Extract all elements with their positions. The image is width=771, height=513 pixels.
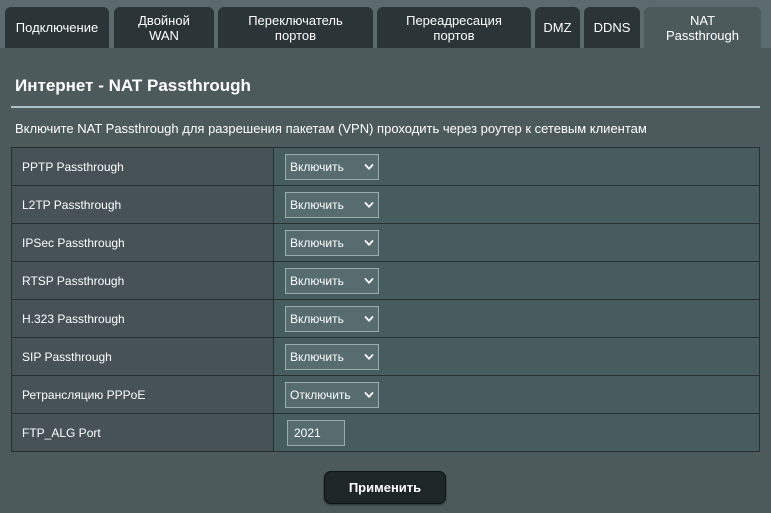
setting-select[interactable]: Включить	[285, 153, 379, 180]
setting-value-cell: Включить	[273, 147, 760, 186]
setting-label: H.323 Passthrough	[11, 299, 274, 338]
settings-row: IPSec Passthrough Включить	[11, 223, 760, 262]
apply-button[interactable]: Применить	[324, 471, 446, 504]
setting-value-cell: Включить	[273, 299, 760, 338]
ftp-alg-label: FTP_ALG Port	[11, 413, 274, 452]
select-value: Отключить	[290, 387, 351, 402]
settings-row: H.323 Passthrough Включить	[11, 299, 760, 338]
select-value: Включить	[290, 235, 344, 250]
select-value: Включить	[290, 349, 344, 364]
chevron-down-icon	[364, 352, 374, 362]
setting-select[interactable]: Включить	[285, 229, 379, 256]
tab-ddns[interactable]: DDNS	[584, 7, 640, 48]
chevron-down-icon	[364, 162, 374, 172]
tab-label: Двойной WAN	[138, 12, 190, 43]
setting-label: SIP Passthrough	[11, 337, 274, 376]
page-description: Включите NAT Passthrough для разрешения …	[15, 121, 647, 136]
setting-value-cell: Включить	[273, 185, 760, 224]
tab-port-trigger[interactable]: Переключатель портов	[218, 7, 373, 48]
setting-select[interactable]: Отключить	[285, 381, 379, 408]
setting-select[interactable]: Включить	[285, 191, 379, 218]
setting-select[interactable]: Включить	[285, 343, 379, 370]
select-value: Включить	[290, 273, 344, 288]
setting-label: IPSec Passthrough	[11, 223, 274, 262]
tab-bar: Подключение Двойной WAN Переключатель по…	[0, 0, 771, 48]
tab-port-forwarding[interactable]: Переадресация портов	[377, 7, 531, 48]
setting-label: L2TP Passthrough	[11, 185, 274, 224]
tab-label: DMZ	[543, 20, 572, 35]
setting-value-cell: Включить	[273, 223, 760, 262]
page-title: Интернет - NAT Passthrough	[15, 76, 251, 95]
tab-label: DDNS	[593, 20, 631, 35]
select-value: Включить	[290, 197, 344, 212]
chevron-down-icon	[364, 314, 374, 324]
settings-row: RTSP Passthrough Включить	[11, 261, 760, 300]
settings-row: SIP Passthrough Включить	[11, 337, 760, 376]
chevron-down-icon	[364, 200, 374, 210]
setting-select[interactable]: Включить	[285, 267, 379, 294]
setting-value-cell: Включить	[273, 337, 760, 376]
tab-label: Переадресация портов	[406, 12, 502, 43]
settings-row: L2TP Passthrough Включить	[11, 185, 760, 224]
select-value: Включить	[290, 159, 344, 174]
setting-label: PPTP Passthrough	[11, 147, 274, 186]
tab-connection[interactable]: Подключение	[5, 7, 109, 48]
select-value: Включить	[290, 311, 344, 326]
settings-row: FTP_ALG Port 2021	[11, 413, 760, 452]
settings-table: PPTP Passthrough Включить L2TP Passthrough…	[11, 147, 760, 452]
settings-row: Ретрансляцию PPPoE Отключить	[11, 375, 760, 414]
ftp-alg-port-input[interactable]: 2021	[287, 419, 345, 446]
tab-label: Переключатель портов	[248, 12, 343, 43]
tab-nat-passthrough[interactable]: NAT Passthrough	[644, 7, 761, 48]
chevron-down-icon	[364, 276, 374, 286]
tab-label: NAT Passthrough	[666, 12, 739, 43]
setting-value-cell: 2021	[273, 413, 760, 452]
setting-label: RTSP Passthrough	[11, 261, 274, 300]
setting-value-cell: Включить	[273, 261, 760, 300]
settings-row: PPTP Passthrough Включить	[11, 147, 760, 186]
title-divider	[11, 106, 760, 108]
chevron-down-icon	[364, 238, 374, 248]
setting-select[interactable]: Включить	[285, 305, 379, 332]
tab-dual-wan[interactable]: Двойной WAN	[114, 7, 214, 48]
chevron-down-icon	[364, 390, 374, 400]
setting-label: Ретрансляцию PPPoE	[11, 375, 274, 414]
tab-dmz[interactable]: DMZ	[535, 7, 580, 48]
setting-value-cell: Отключить	[273, 375, 760, 414]
tab-label: Подключение	[15, 20, 99, 35]
